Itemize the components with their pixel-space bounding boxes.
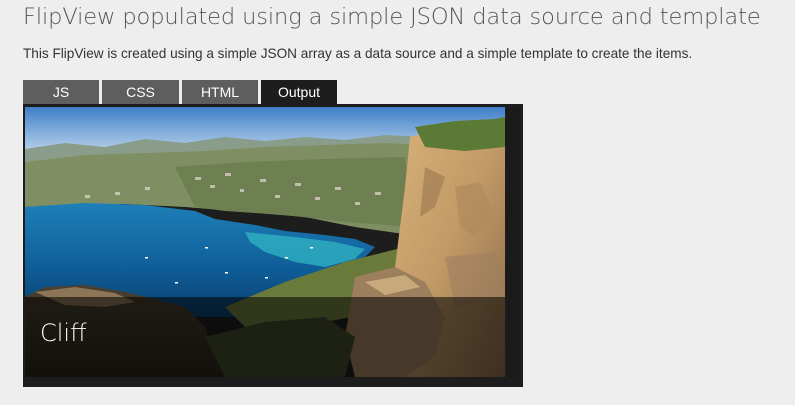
tab-html[interactable]: HTML [182, 80, 258, 104]
code-tabs: JS CSS HTML Output [23, 80, 337, 104]
page-title: FlipView populated using a simple JSON d… [23, 4, 761, 30]
caption-overlay: Cliff [25, 297, 505, 377]
page-description: This FlipView is created using a simple … [23, 46, 693, 61]
tab-js[interactable]: JS [23, 80, 99, 104]
output-panel: Cliff [23, 104, 523, 387]
flipview[interactable]: Cliff [25, 107, 505, 377]
flipview-scrollbar[interactable] [506, 107, 520, 377]
tab-css[interactable]: CSS [102, 80, 179, 104]
tab-output[interactable]: Output [261, 80, 337, 104]
item-caption: Cliff [40, 319, 87, 347]
page: FlipView populated using a simple JSON d… [0, 0, 795, 405]
